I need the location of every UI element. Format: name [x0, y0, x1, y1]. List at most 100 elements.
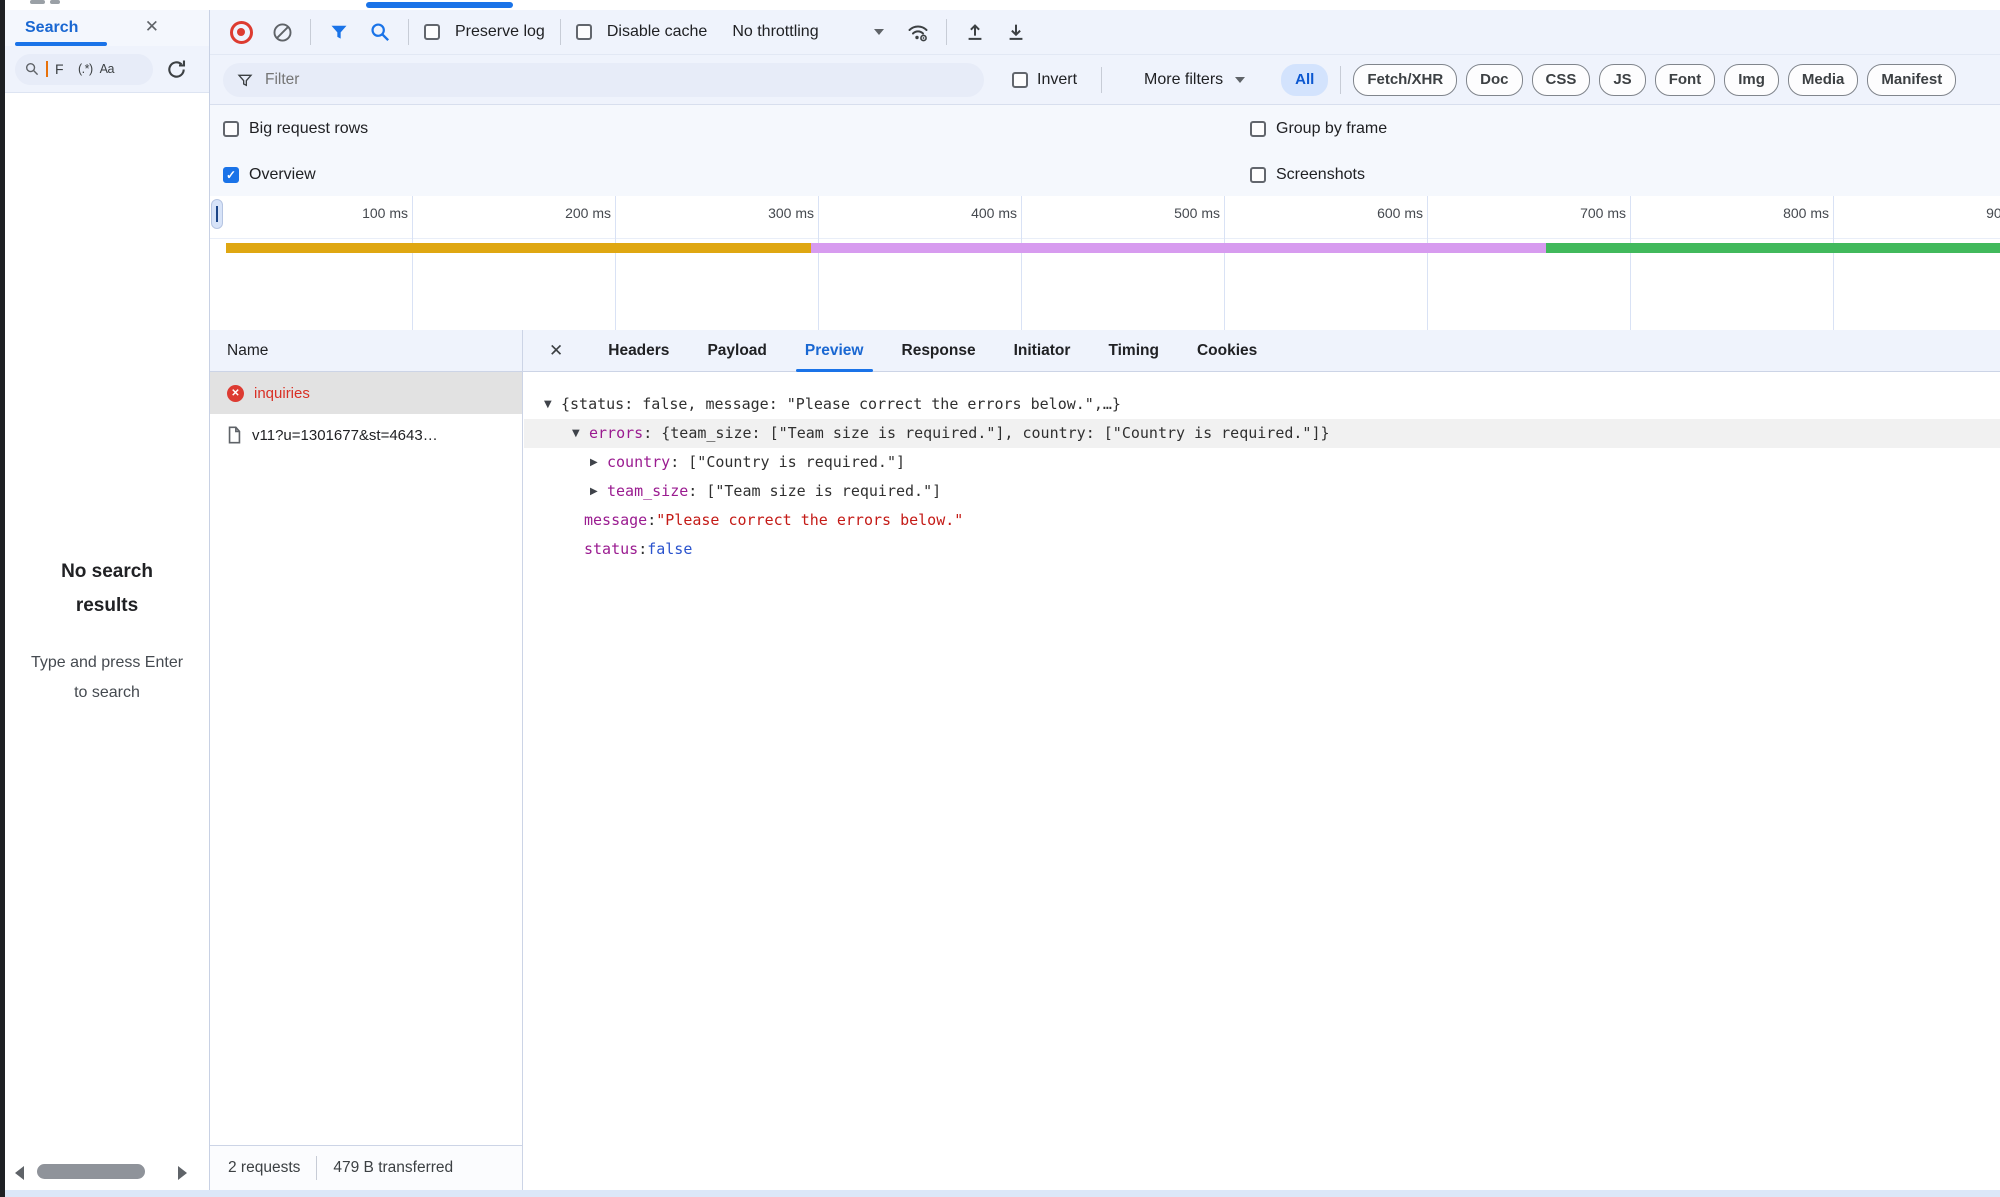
record-icon: [230, 21, 253, 44]
disable-cache-label: Disable cache: [607, 23, 708, 41]
clear-network-log-button[interactable]: [269, 19, 295, 45]
scroll-left-arrow-icon[interactable]: [15, 1166, 24, 1180]
preserve-log-label: Preserve log: [455, 23, 545, 41]
filter-chip-font[interactable]: Font: [1655, 64, 1715, 96]
network-panel: Preserve log Disable cache No throttling: [210, 10, 2000, 1197]
network-filter-toolbar: Invert More filters All Fetch/XHR Doc CSSJS…: [210, 55, 2000, 105]
filter-chip-css[interactable]: CSS: [1532, 64, 1591, 96]
close-detail-pane-button[interactable]: ✕: [549, 341, 563, 361]
big-request-rows-label: Big request rows: [249, 120, 368, 138]
json-tree-row[interactable]: ▼errors: {team_size: ["Team size is requ…: [524, 419, 2000, 448]
json-tree-row[interactable]: status: false: [524, 535, 2000, 564]
name-column-header[interactable]: Name: [210, 330, 523, 371]
funnel-icon: [237, 72, 253, 88]
detail-tab-initiator[interactable]: Initiator: [999, 330, 1086, 372]
import-har-button[interactable]: [962, 19, 988, 45]
overview-window-handle[interactable]: [211, 199, 223, 229]
invert-checkbox[interactable]: [1012, 72, 1028, 88]
detail-tab-preview[interactable]: Preview: [790, 330, 879, 372]
json-tree-row[interactable]: ▶team_size: ["Team size is required."]: [524, 477, 2000, 506]
screenshots-label: Screenshots: [1276, 166, 1365, 184]
timeline-gridline: [818, 196, 819, 330]
more-filters-label: More filters: [1144, 71, 1223, 89]
json-token-key: message: [584, 506, 647, 535]
json-token-str: "Please correct the errors below.": [656, 506, 963, 535]
filter-chip-media[interactable]: Media: [1788, 64, 1859, 96]
overview-label: Overview: [249, 166, 316, 184]
match-case-toggle[interactable]: Aa: [100, 62, 114, 76]
network-options-row-1: Big request rows Group by frame: [210, 105, 2000, 153]
divider: [316, 1156, 317, 1180]
tab-search[interactable]: Search: [25, 19, 78, 37]
json-token-plain: :: [638, 535, 647, 564]
expander-right-icon[interactable]: ▶: [590, 448, 607, 477]
scroll-right-arrow-icon[interactable]: [178, 1166, 187, 1180]
filter-chip-fetch-xhr[interactable]: Fetch/XHR: [1353, 64, 1457, 96]
network-tab-active-underline: [366, 2, 513, 8]
refresh-search-button[interactable]: [165, 58, 188, 81]
expander-down-icon[interactable]: ▼: [572, 419, 589, 448]
big-request-rows-checkbox[interactable]: [223, 121, 239, 137]
json-tree-row[interactable]: ▼{status: false, message: "Please correc…: [524, 390, 2000, 419]
document-icon: [227, 426, 242, 444]
no-search-results-title: No search results: [5, 555, 209, 623]
json-tree-row[interactable]: ▶country: ["Country is required."]: [524, 448, 2000, 477]
resource-type-filter-chips: All Fetch/XHR Doc CSSJS Font Img MediaManifest: [1281, 64, 1956, 96]
invert-label: Invert: [1037, 71, 1077, 89]
throttling-select[interactable]: No throttling: [732, 23, 883, 41]
more-filters-dropdown[interactable]: More filters: [1130, 71, 1259, 89]
filter-chip-img[interactable]: Img: [1724, 64, 1779, 96]
preserve-log-checkbox[interactable]: [424, 24, 440, 40]
refresh-icon: [165, 58, 188, 81]
export-har-button[interactable]: [1003, 19, 1029, 45]
toolbar-fragment: [50, 0, 60, 4]
filter-input-pill[interactable]: [223, 63, 984, 97]
filter-input[interactable]: [263, 70, 970, 90]
detail-tab-response[interactable]: Response: [887, 330, 991, 372]
filter-toggle-button[interactable]: [326, 19, 352, 45]
detail-tab-cookies[interactable]: Cookies: [1182, 330, 1272, 372]
horizontal-scrollbar[interactable]: [5, 1158, 209, 1188]
detail-tab-headers[interactable]: Headers: [593, 330, 684, 372]
wifi-gear-icon: [906, 20, 930, 44]
expander-right-icon[interactable]: ▶: [590, 477, 607, 506]
disable-cache-checkbox[interactable]: [576, 24, 592, 40]
detail-tab-timing[interactable]: Timing: [1093, 330, 1174, 372]
network-overview-timeline[interactable]: 100 ms200 ms300 ms400 ms500 ms600 ms700 …: [210, 196, 2000, 331]
close-search-drawer-button[interactable]: ✕: [145, 17, 159, 37]
regex-toggle[interactable]: (.*): [78, 62, 93, 76]
request-name: v11?u=1301677&st=4643…: [252, 427, 438, 444]
json-tree-row[interactable]: message: "Please correct the errors belo…: [524, 506, 2000, 535]
invert-filter: Invert: [1012, 71, 1077, 89]
timeline-gridline: [1427, 196, 1428, 330]
filter-chip-js[interactable]: JS: [1599, 64, 1645, 96]
group-by-frame-checkbox[interactable]: [1250, 121, 1266, 137]
filter-chip-manifest[interactable]: Manifest: [1867, 64, 1956, 96]
search-network-button[interactable]: [367, 19, 393, 45]
divider: [560, 19, 561, 45]
throttling-value: No throttling: [732, 23, 818, 41]
scrollbar-thumb[interactable]: [37, 1164, 145, 1179]
overview-checkbox[interactable]: [223, 167, 239, 183]
expander-down-icon[interactable]: ▼: [544, 390, 561, 419]
timeline-gridline: [1021, 196, 1022, 330]
filter-chip-doc[interactable]: Doc: [1466, 64, 1522, 96]
screenshots-checkbox[interactable]: [1250, 167, 1266, 183]
network-conditions-button[interactable]: [905, 19, 931, 45]
search-input[interactable]: [55, 61, 71, 77]
request-row[interactable]: v11?u=1301677&st=4643…: [210, 414, 522, 456]
filter-chip-all[interactable]: All: [1281, 64, 1328, 96]
network-status-bar: 2 requests 479 B transferred: [210, 1145, 523, 1190]
upload-icon: [964, 21, 986, 43]
record-network-log-button[interactable]: [228, 19, 254, 45]
detail-tab-payload[interactable]: Payload: [692, 330, 781, 372]
json-token-key: country: [607, 448, 670, 477]
timeline-gridline: [1833, 196, 1834, 330]
window-bottom-edge: [5, 1190, 2000, 1197]
request-row[interactable]: ✕inquiries: [210, 372, 522, 414]
preview-json-tree: ▼{status: false, message: "Please correc…: [524, 372, 2000, 1197]
divider: [408, 19, 409, 45]
timeline-tick-label: 700 ms: [1550, 205, 1626, 221]
timeline-tick-label: 800 ms: [1753, 205, 1829, 221]
search-input-pill[interactable]: (.*) Aa: [15, 54, 153, 85]
